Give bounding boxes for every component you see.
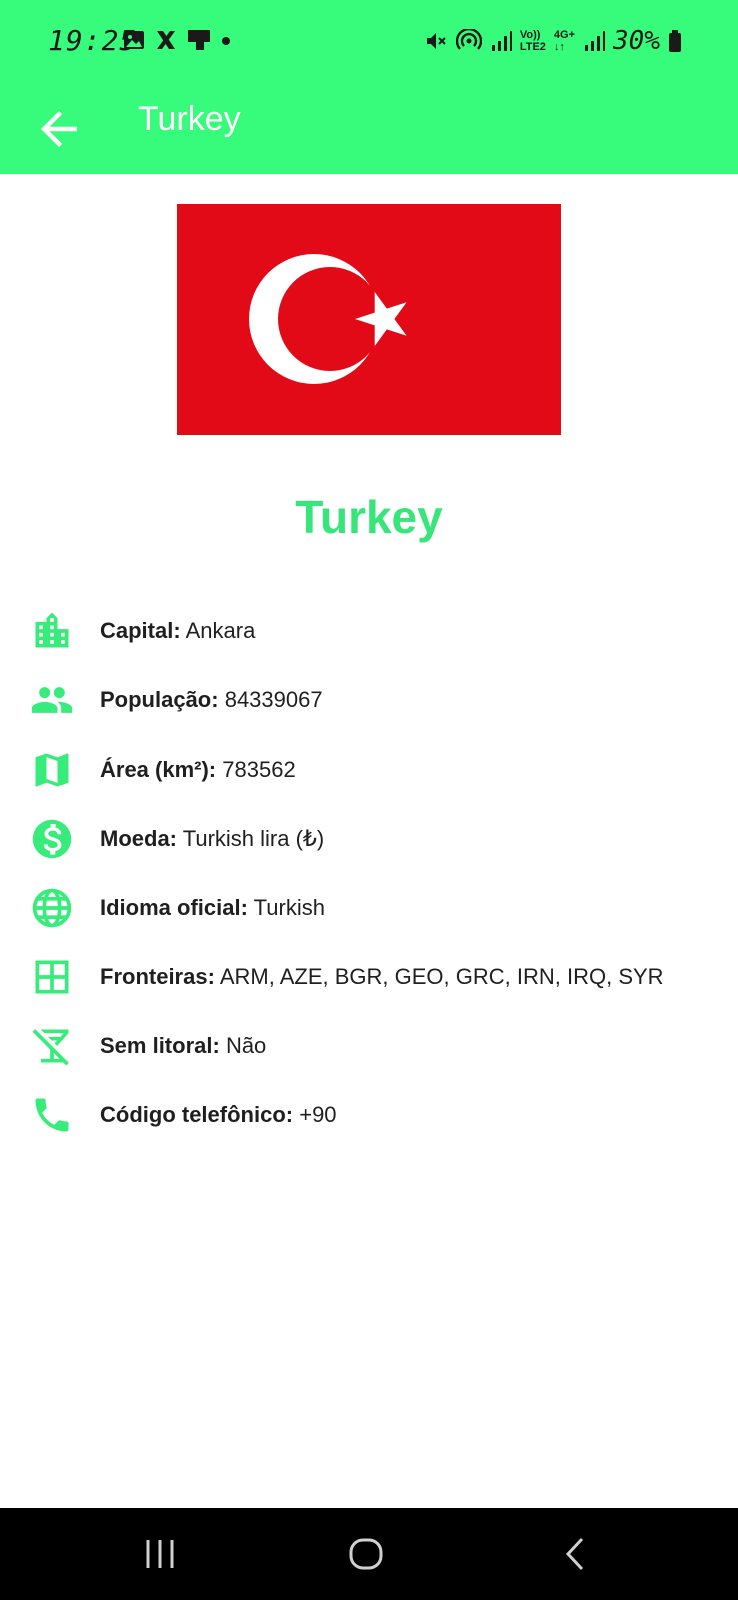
home-icon[interactable] (346, 1534, 386, 1574)
info-phone-label: Código telefônico: (100, 1102, 294, 1127)
info-phone-value: +90 (299, 1102, 337, 1127)
system-nav-bar (0, 1508, 738, 1600)
info-landlocked-text: Sem litoral: Não (100, 1033, 266, 1059)
back-arrow-icon[interactable] (32, 102, 86, 156)
info-area-text: Área (km²): 783562 (100, 757, 296, 783)
info-currency-text: Moeda: Turkish lira (₺) (100, 826, 324, 852)
info-phone-text: Código telefônico: +90 (100, 1102, 337, 1128)
info-landlocked-label: Sem litoral: (100, 1033, 220, 1058)
dollar-icon (32, 819, 72, 859)
grid-icon (35, 960, 69, 994)
info-currency-value: Turkish lira (₺) (182, 826, 325, 851)
hotspot-icon (455, 29, 482, 50)
signal-icon (491, 31, 512, 51)
app-bar-title: Turkey (138, 100, 241, 138)
info-borders-value: ARM, AZE, BGR, GEO, GRC, IRN, IRQ, SYR (219, 964, 664, 989)
status-system-icons: Vo)) LTE2 4G+ ↓↑ 30% (424, 26, 682, 56)
info-borders-label: Fronteiras: (100, 964, 215, 989)
app-bar (0, 84, 738, 174)
battery-icon (669, 30, 681, 52)
info-language-value: Turkish (253, 895, 325, 920)
volte-indicator: Vo)) LTE2 (520, 29, 546, 53)
info-landlocked-value: Não (225, 1033, 267, 1058)
volte-text: Vo)) (519, 29, 541, 41)
globe-icon (32, 888, 72, 928)
country-name: Turkey (295, 491, 443, 543)
system-back-icon[interactable] (556, 1534, 596, 1574)
country-flag (177, 204, 561, 435)
info-row-currency: Moeda: Turkish lira (₺) (30, 814, 730, 864)
info-population-value: 84339067 (224, 687, 323, 712)
info-row-capital: Capital: Ankara (30, 606, 730, 656)
data-arrows-icon: ↓↑ (553, 41, 565, 53)
info-capital-value: Ankara (185, 618, 256, 643)
gallery-icon (124, 31, 144, 49)
city-icon (35, 612, 69, 648)
phone-icon (35, 1098, 69, 1132)
info-language-text: Idioma oficial: Turkish (100, 895, 325, 921)
info-row-population: População: 84339067 (30, 675, 730, 725)
recent-apps-icon[interactable] (140, 1534, 180, 1574)
info-currency-label: Moeda: (100, 826, 177, 851)
map-icon (35, 753, 69, 787)
status-notification-icons (122, 28, 232, 52)
info-row-phone: Código telefônico: +90 (30, 1090, 730, 1140)
info-area-label: Área (km²): (100, 757, 217, 782)
x-app-icon (157, 31, 175, 49)
lte-text: LTE2 (519, 41, 546, 53)
no-drinks-icon (32, 1029, 69, 1066)
info-row-borders: Fronteiras: ARM, AZE, BGR, GEO, GRC, IRN… (30, 952, 730, 1002)
info-area-value: 783562 (222, 757, 296, 782)
info-row-landlocked: Sem litoral: Não (30, 1021, 730, 1071)
info-borders-text: Fronteiras: ARM, AZE, BGR, GEO, GRC, IRN… (100, 964, 664, 990)
info-capital-label: Capital: (100, 618, 181, 643)
info-population-text: População: 84339067 (100, 687, 323, 713)
info-language-label: Idioma oficial: (100, 895, 248, 920)
mute-icon (426, 33, 446, 49)
app-notification-icon (188, 30, 210, 50)
info-population-label: População: (100, 687, 219, 712)
info-row-area: Área (km²): 783562 (30, 745, 730, 795)
info-capital-text: Capital: Ankara (100, 618, 255, 644)
people-icon (31, 687, 73, 713)
status-bar: 19:25 Vo)) LTE2 4G+ ↓↑ 30% (0, 0, 738, 84)
battery-percent: 30% (613, 26, 660, 56)
signal-icon-2 (585, 31, 606, 51)
info-row-language: Idioma oficial: Turkish (30, 883, 730, 933)
network-4g-text: 4G+ (553, 29, 576, 41)
dot-icon (222, 37, 230, 45)
network-4g-indicator: 4G+ ↓↑ (554, 29, 575, 53)
